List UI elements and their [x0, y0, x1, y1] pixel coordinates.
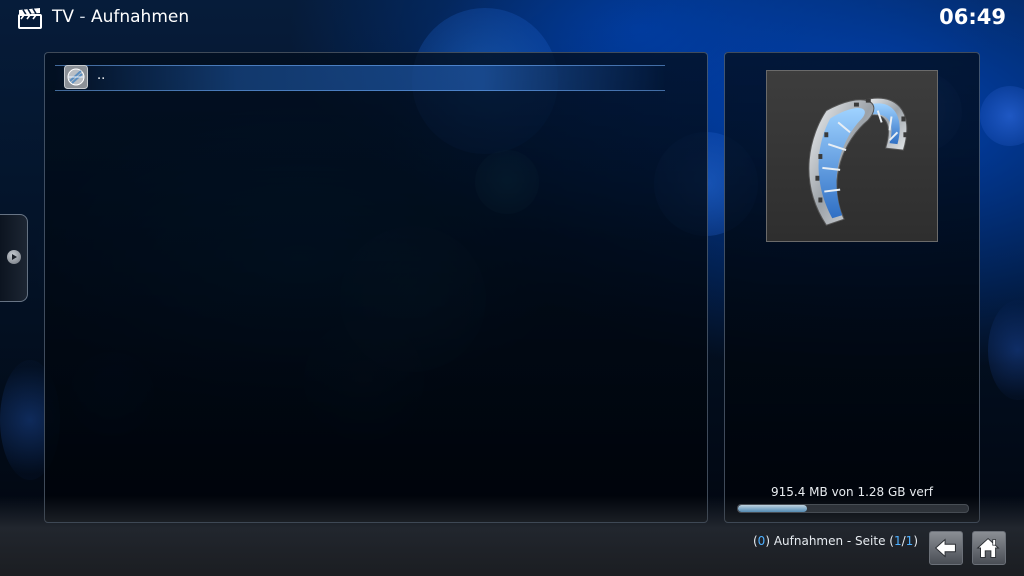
- home-button[interactable]: [972, 531, 1006, 565]
- page-title: TV - Aufnahmen: [52, 7, 189, 27]
- side-menu-tab[interactable]: [0, 214, 28, 302]
- page-current: 1: [893, 534, 902, 548]
- bokeh-bg: [980, 86, 1024, 146]
- list-item-highlight: [55, 65, 665, 91]
- clapperboard-icon: [18, 8, 42, 29]
- info-panel: 915.4 MB von 1.28 GB verf: [724, 52, 980, 523]
- title-section: TV: [52, 7, 75, 27]
- back-arrow-icon: [934, 538, 956, 558]
- title-separator: -: [74, 7, 91, 27]
- kodi-screen: TV - Aufnahmen 06:49 .. 915.4 MB von 1.2…: [0, 0, 1024, 576]
- film-reel-icon: [808, 97, 908, 226]
- list-item-label: ..: [97, 68, 106, 83]
- page-close: ): [913, 534, 918, 548]
- top-bar: TV - Aufnahmen 06:49: [0, 0, 1024, 36]
- thumbnail: [766, 70, 938, 242]
- title-page: Aufnahmen: [90, 7, 190, 27]
- footer-status: (0) Aufnahmen - Seite (1/1): [753, 534, 918, 548]
- play-arrow-icon: [7, 250, 21, 264]
- footer-label: Aufnahmen - Seite (: [770, 534, 894, 548]
- back-button[interactable]: [929, 531, 963, 565]
- list-item-parent-folder[interactable]: ..: [55, 61, 695, 93]
- recordings-list: ..: [44, 52, 708, 523]
- clock: 06:49: [939, 5, 1006, 29]
- home-icon: [976, 537, 1000, 558]
- parent-folder-icon: [64, 65, 88, 89]
- bokeh-bg: [988, 300, 1024, 400]
